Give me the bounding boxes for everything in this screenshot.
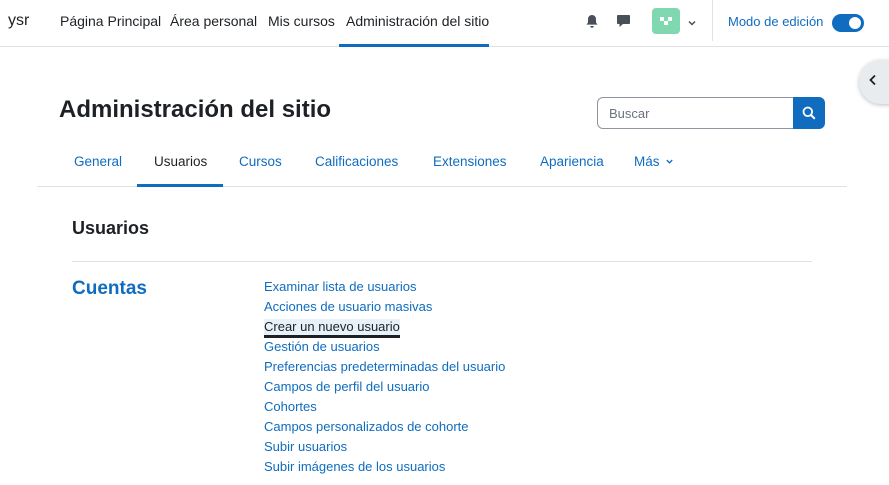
open-drawer-button[interactable] (859, 60, 889, 104)
edit-mode-label: Modo de edición (728, 14, 824, 29)
site-brand[interactable]: ysr (8, 12, 29, 30)
edit-mode-toggle[interactable] (832, 14, 864, 32)
chevron-down-icon[interactable] (687, 15, 697, 26)
admin-search (597, 97, 825, 129)
tab-appearance[interactable]: Apariencia (540, 154, 604, 169)
bell-icon[interactable] (583, 12, 601, 30)
page-title: Administración del sitio (59, 96, 332, 123)
tab-active-indicator (137, 184, 223, 187)
tab-more-label: Más (634, 154, 660, 169)
link-add-new-user[interactable]: Crear un nuevo usuario (264, 319, 505, 339)
link-bulk-user-actions[interactable]: Acciones de usuario masivas (264, 299, 505, 319)
link-cohorts[interactable]: Cohortes (264, 399, 505, 419)
avatar[interactable] (652, 8, 680, 34)
tab-courses[interactable]: Cursos (239, 154, 282, 169)
tab-general[interactable]: General (74, 154, 122, 169)
nav-item-site-admin[interactable]: Administración del sitio (346, 13, 489, 29)
search-icon (802, 106, 816, 120)
section-divider (72, 261, 812, 262)
chevron-left-icon (868, 73, 878, 91)
tab-users[interactable]: Usuarios (154, 154, 207, 169)
nav-item-my-courses[interactable]: Mis cursos (268, 13, 335, 29)
section-heading: Usuarios (72, 218, 150, 238)
toggle-knob (849, 17, 861, 29)
chat-icon[interactable] (614, 12, 632, 30)
search-input[interactable] (597, 97, 795, 129)
nav-item-home[interactable]: Página Principal (60, 13, 161, 29)
tab-plugins[interactable]: Extensiones (433, 154, 507, 169)
search-button[interactable] (793, 97, 825, 129)
tab-grades[interactable]: Calificaciones (315, 154, 398, 169)
tab-more[interactable]: Más (634, 154, 674, 169)
link-browse-users[interactable]: Examinar lista de usuarios (264, 279, 505, 299)
link-user-profile-fields[interactable]: Campos de perfil del usuario (264, 379, 505, 399)
chevron-down-icon (666, 159, 673, 164)
link-user-default-preferences[interactable]: Preferencias predeterminadas del usuario (264, 359, 505, 379)
link-upload-user-pictures[interactable]: Subir imágenes de los usuarios (264, 459, 505, 479)
link-upload-users[interactable]: Subir usuarios (264, 439, 505, 459)
admin-link-list: Examinar lista de usuarios Acciones de u… (264, 279, 505, 479)
navbar-divider (712, 0, 713, 41)
nav-active-indicator (339, 44, 489, 47)
category-heading[interactable]: Cuentas (72, 278, 147, 300)
nav-item-dashboard[interactable]: Área personal (170, 13, 257, 29)
link-user-management[interactable]: Gestión de usuarios (264, 339, 505, 359)
link-cohort-custom-fields[interactable]: Campos personalizados de cohorte (264, 419, 505, 439)
top-navbar: ysr Página Principal Área personal Mis c… (0, 0, 889, 47)
